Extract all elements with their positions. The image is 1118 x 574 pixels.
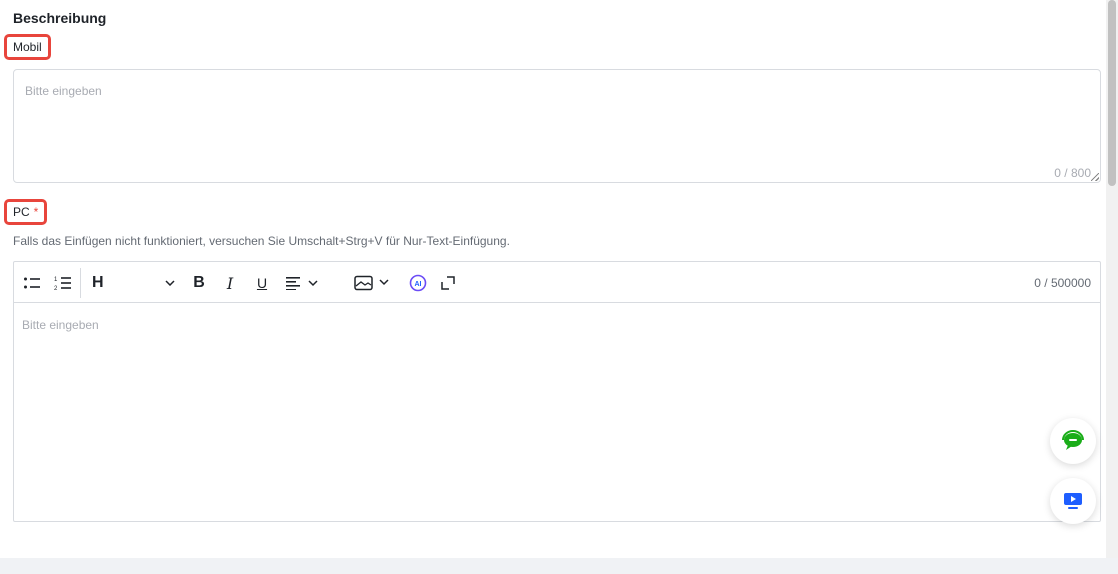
chat-headset-icon xyxy=(1062,430,1084,450)
mobile-placeholder: Bitte eingeben xyxy=(25,84,102,98)
align-left-icon xyxy=(286,277,318,290)
toolbar-divider xyxy=(80,268,81,298)
editor-char-counter: 0 / 500000 xyxy=(1034,276,1091,290)
chevron-down-icon[interactable] xyxy=(162,272,178,294)
editor-placeholder: Bitte eingeben xyxy=(22,318,99,332)
pc-label-text: PC xyxy=(13,205,30,219)
mobile-description-textarea[interactable]: Bitte eingeben 0 / 800 xyxy=(13,69,1101,183)
scrollbar-thumb[interactable] xyxy=(1108,0,1116,186)
section-title: Beschreibung xyxy=(13,10,107,26)
italic-button[interactable]: I xyxy=(221,272,239,294)
pc-label: PC * xyxy=(4,199,48,225)
underline-label: U xyxy=(256,275,268,291)
ai-icon: AI xyxy=(409,274,427,292)
align-select[interactable] xyxy=(284,272,320,294)
mobile-char-counter: 0 / 800 xyxy=(1054,166,1091,180)
paste-hint: Falls das Einfügen nicht funktioniert, v… xyxy=(13,234,510,248)
pc-rich-text-editor[interactable]: 1 2 H B I U AI 0 / 500000 Bitte eingeben xyxy=(13,261,1101,522)
bold-button[interactable]: B xyxy=(190,272,208,294)
svg-text:2: 2 xyxy=(54,286,58,291)
numbered-list-icon[interactable]: 1 2 xyxy=(52,272,74,294)
mobile-label: Mobil xyxy=(4,34,51,60)
support-chat-button[interactable] xyxy=(1050,418,1096,464)
image-icon xyxy=(354,275,389,291)
fullscreen-icon[interactable] xyxy=(439,272,457,294)
bold-label: B xyxy=(193,274,205,291)
resize-handle-icon[interactable] xyxy=(1091,173,1099,181)
bullet-list-icon[interactable] xyxy=(21,272,43,294)
image-insert-select[interactable] xyxy=(353,272,391,294)
video-monitor-icon xyxy=(1064,493,1082,509)
underline-button[interactable]: U xyxy=(253,272,271,294)
mobile-label-text: Mobil xyxy=(13,40,42,54)
svg-text:AI: AI xyxy=(415,281,422,288)
video-demo-button[interactable] xyxy=(1050,478,1096,524)
heading-label: H xyxy=(92,274,104,291)
ai-assistant-button[interactable]: AI xyxy=(408,272,428,294)
page: Beschreibung Mobil Bitte eingeben 0 / 80… xyxy=(0,0,1118,574)
editor-toolbar: 1 2 H B I U AI 0 / 500000 xyxy=(14,262,1100,303)
required-asterisk: * xyxy=(33,205,39,219)
svg-text:1: 1 xyxy=(54,277,58,283)
italic-label: I xyxy=(226,273,234,293)
footer-strip xyxy=(0,558,1118,574)
